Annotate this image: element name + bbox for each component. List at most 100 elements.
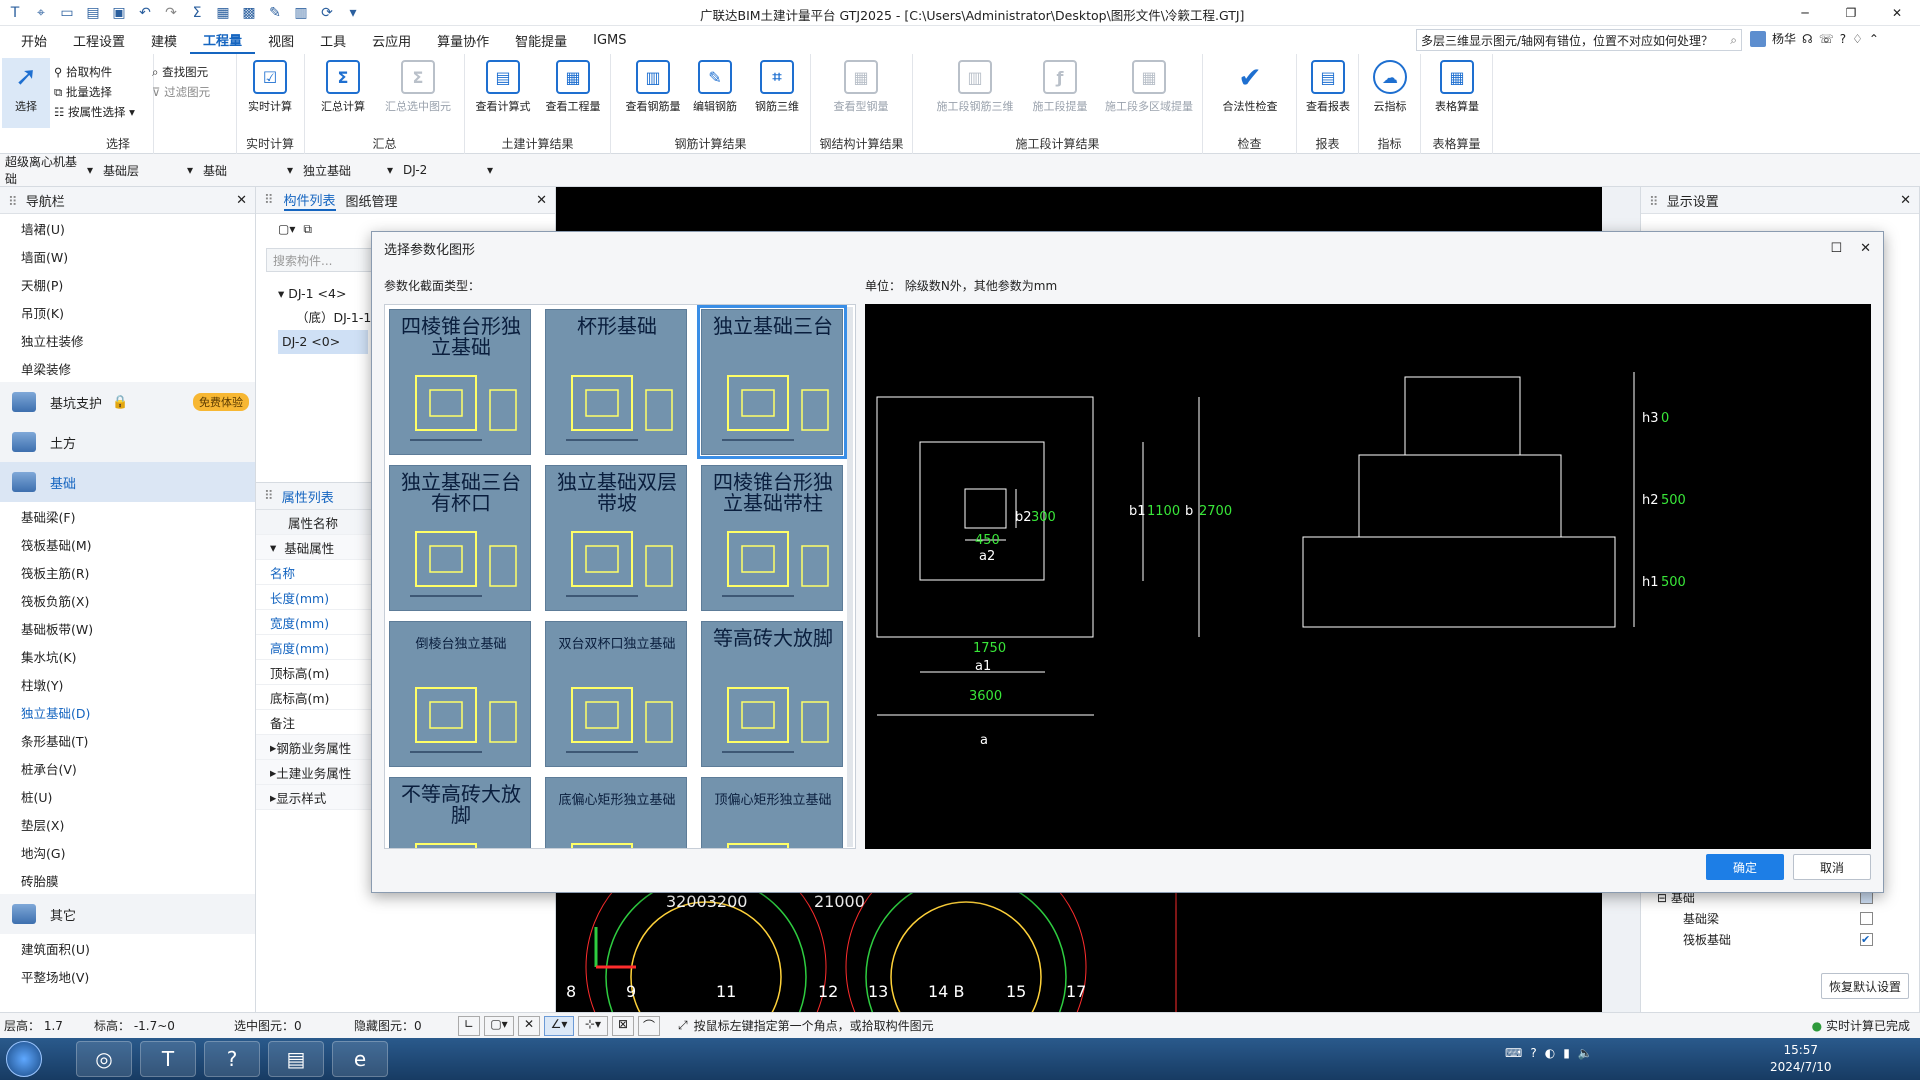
batch-select-button[interactable]: ⧉ 批量选择	[54, 82, 135, 102]
menu-item[interactable]: 建模	[138, 26, 190, 54]
view-report-button[interactable]: ▤ 查看报表	[1298, 58, 1358, 114]
free-badge[interactable]: 免费体验	[193, 393, 249, 411]
offset-icon[interactable]: ⊹▾	[578, 1015, 608, 1036]
category-dropdown[interactable]: 基础 ▾	[200, 160, 296, 180]
find-element-button[interactable]: ⌕ 查找图元	[152, 62, 232, 82]
nav-item[interactable]: 单梁装修	[0, 354, 255, 382]
floor-dropdown[interactable]: 基础层 ▾	[100, 160, 196, 180]
nav-item[interactable]: 建筑面积(U)	[0, 934, 255, 962]
restore-button[interactable]: ❐	[1828, 6, 1874, 20]
nav-item[interactable]: 垫层(X)	[0, 810, 255, 838]
type-dropdown[interactable]: 独立基础 ▾	[300, 160, 396, 180]
shape-thumb[interactable]: 倒棱台独立基础	[389, 621, 531, 767]
qa-dropdown-icon[interactable]: ▾	[342, 2, 364, 24]
realtime-calc-button[interactable]: ☑ 实时计算	[240, 58, 300, 114]
skin-icon[interactable]: ♢	[1852, 32, 1863, 46]
taskbar-gtj-icon[interactable]: T	[140, 1041, 196, 1077]
shape-thumb[interactable]: 底偏心矩形独立基础	[545, 777, 687, 848]
param-h1-value[interactable]: 500	[1661, 575, 1686, 590]
project-dropdown[interactable]: 超级离心机基础 ▾	[2, 155, 96, 186]
view-quantity-button[interactable]: ▦ 查看工程量	[541, 58, 605, 114]
network-icon[interactable]: ▮	[1563, 1046, 1570, 1060]
shape-thumb[interactable]: 双台双杯口独立基础	[545, 621, 687, 767]
nav-item[interactable]: 集水坑(K)	[0, 642, 255, 670]
nav-item[interactable]: 柱墩(Y)	[0, 670, 255, 698]
close-icon[interactable]: ✕	[1860, 241, 1871, 256]
close-icon[interactable]: ✕	[236, 193, 247, 208]
param-h3-value[interactable]: 0	[1661, 411, 1669, 426]
redo-icon[interactable]: ↷	[160, 2, 182, 24]
nav-item[interactable]: 桩承台(V)	[0, 754, 255, 782]
nav-item[interactable]: 条形基础(T)	[0, 726, 255, 754]
cross-snap-icon[interactable]: ✕	[518, 1015, 540, 1036]
rebar-3d-button[interactable]: ⌗ 钢筋三维	[747, 58, 807, 114]
formula-icon[interactable]: Σ	[186, 2, 208, 24]
shape-thumb[interactable]: 四棱锥台形独立基础带柱	[701, 465, 843, 611]
taskbar-folder-icon[interactable]: ▤	[268, 1041, 324, 1077]
close-button[interactable]: ✕	[1874, 6, 1920, 20]
new-component-icon[interactable]: ▢▾	[278, 222, 295, 236]
menu-item[interactable]: IGMS	[580, 26, 639, 54]
menu-item[interactable]: 智能提量	[502, 26, 580, 54]
shape-thumb[interactable]: 杯形基础	[545, 309, 687, 455]
maximize-icon[interactable]: ☐	[1830, 241, 1842, 256]
select-by-attr-button[interactable]: ☷ 按属性选择 ▾	[54, 102, 135, 122]
tab-property-list[interactable]: 属性列表	[282, 487, 334, 506]
param-b1-value[interactable]: 1100	[1147, 504, 1180, 519]
display-row[interactable]: 筏板基础 ✔	[1643, 929, 1913, 950]
nav-item[interactable]: 地沟(G)	[0, 838, 255, 866]
new-file-icon[interactable]: ▭	[56, 2, 78, 24]
section-rebar-3d-button[interactable]: ▥ 施工段钢筋三维	[933, 58, 1017, 114]
volume-icon[interactable]: 🔈	[1578, 1046, 1593, 1060]
nav-item[interactable]: 平整场地(V)	[0, 962, 255, 990]
view-rebar-button[interactable]: ▥ 查看钢筋量	[623, 58, 683, 114]
nav-cat-foundation[interactable]: 基础	[0, 462, 255, 502]
menu-item[interactable]: 开始	[8, 26, 60, 54]
shape-thumb[interactable]: 独立基础三台	[697, 305, 847, 459]
shape-thumb[interactable]: 独立基础双层带坡	[545, 465, 687, 611]
param-b-value[interactable]: 2700	[1199, 504, 1232, 519]
select-button[interactable]: ➚ 选择	[2, 58, 50, 128]
refresh-icon[interactable]: ⟳	[316, 2, 338, 24]
select-tool-icon[interactable]: ⌖	[30, 2, 52, 24]
user-name[interactable]: 杨华	[1772, 30, 1796, 47]
validity-check-button[interactable]: ✔ 合法性检查	[1213, 58, 1287, 114]
menu-item[interactable]: 工程量	[190, 26, 256, 54]
open-folder-icon[interactable]: ▤	[82, 2, 104, 24]
shape-thumb[interactable]: 四棱锥台形独立基础	[389, 309, 531, 455]
nav-item[interactable]: 天棚(P)	[0, 270, 255, 298]
section-quantity-button[interactable]: ƒ 施工段提量	[1025, 58, 1095, 114]
tab-drawing-manage[interactable]: 图纸管理	[346, 191, 398, 210]
nav-item[interactable]: 筏板负筋(X)	[0, 586, 255, 614]
ortho-icon[interactable]: ∟	[458, 1015, 480, 1036]
headset-icon[interactable]: ☊	[1802, 32, 1813, 46]
nav-item[interactable]: 独立柱装修	[0, 326, 255, 354]
close-icon[interactable]: ✕	[536, 193, 547, 208]
grid-icon[interactable]: ▩	[238, 2, 260, 24]
view-steel-button[interactable]: ▦ 查看型钢量	[831, 58, 891, 114]
section-multi-area-button[interactable]: ▦ 施工段多区域提量	[1099, 58, 1199, 114]
taskbar-browser-icon[interactable]: ◎	[76, 1041, 132, 1077]
rect-snap-icon[interactable]: ▢▾	[484, 1015, 514, 1036]
summary-selected-button[interactable]: Σ 汇总选中图元	[377, 58, 459, 114]
nav-item[interactable]: 基础板带(W)	[0, 614, 255, 642]
start-button[interactable]	[6, 1041, 42, 1077]
ok-button[interactable]: 确定	[1706, 854, 1784, 880]
nav-item[interactable]: 基础梁(F)	[0, 502, 255, 530]
shape-thumb[interactable]: 顶偏心矩形独立基础	[701, 777, 843, 848]
rebar-icon[interactable]: ▥	[290, 2, 312, 24]
nav-item[interactable]: 独立基础(D)	[0, 698, 255, 726]
nav-item[interactable]: 筏板基础(M)	[0, 530, 255, 558]
param-b2-value[interactable]: 300	[1031, 510, 1056, 525]
view-formula-button[interactable]: ▤ 查看计算式	[471, 58, 535, 114]
cloud-index-button[interactable]: ☁ 云指标	[1360, 58, 1420, 114]
menu-item[interactable]: 云应用	[359, 26, 424, 54]
chat-icon[interactable]: ☏	[1819, 32, 1834, 46]
help-search-box[interactable]: 多层三维显示图元/轴网有错位，位置不对应如何处理？ ⌕	[1416, 29, 1742, 51]
component-dropdown[interactable]: DJ-2 ▾	[400, 160, 496, 180]
nav-item[interactable]: 筏板主筋(R)	[0, 558, 255, 586]
save-icon[interactable]: ▣	[108, 2, 130, 24]
table-quantity-button[interactable]: ▦ 表格算量	[1427, 58, 1487, 114]
pick-component-button[interactable]: ⚲ 拾取构件	[54, 62, 135, 82]
filter-element-button[interactable]: ⊽ 过滤图元	[152, 82, 232, 102]
